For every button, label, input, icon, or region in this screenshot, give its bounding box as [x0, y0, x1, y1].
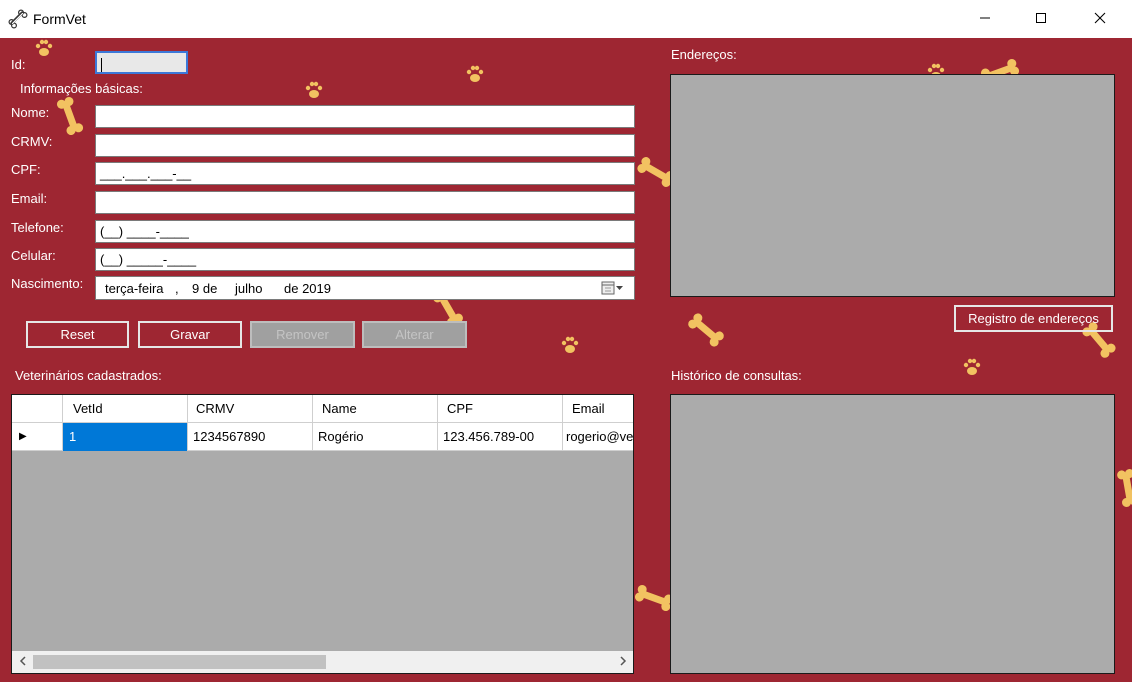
column-header-name[interactable]: Name: [313, 395, 438, 423]
enderecos-panel[interactable]: [670, 74, 1115, 297]
table-row[interactable]: ▶ 1 1234567890 Rogério 123.456.789-00 ro…: [12, 423, 633, 451]
veterinarios-label: Veterinários cadastrados:: [15, 368, 162, 383]
date-day: 9 de: [192, 281, 218, 296]
cell-name[interactable]: Rogério: [313, 423, 438, 451]
reset-button[interactable]: Reset: [26, 321, 129, 348]
historico-label: Histórico de consultas:: [671, 368, 802, 383]
cell-email[interactable]: rogerio@ve: [563, 423, 633, 451]
id-label: Id:: [11, 57, 26, 72]
historico-panel[interactable]: [670, 394, 1115, 674]
telefone-label: Telefone:: [11, 220, 64, 235]
nascimento-date-picker[interactable]: terça-feira , 9 de julho de 2019: [95, 276, 635, 300]
column-header-crmv[interactable]: CRMV: [188, 395, 313, 423]
date-year: de 2019: [284, 281, 331, 296]
date-month: julho: [235, 281, 263, 296]
date-weekday: terça-feira: [105, 281, 164, 296]
close-icon: [1094, 12, 1106, 27]
calendar-icon[interactable]: [601, 281, 625, 298]
column-header-cpf[interactable]: CPF: [438, 395, 563, 423]
cell-vetid[interactable]: 1: [63, 423, 188, 451]
column-header-email[interactable]: Email: [563, 395, 633, 423]
scrollbar-thumb[interactable]: [33, 655, 326, 669]
maximize-button[interactable]: [1018, 0, 1064, 38]
alterar-button[interactable]: Alterar: [362, 321, 467, 348]
chevron-left-icon[interactable]: [18, 654, 28, 671]
cell-cpf[interactable]: 123.456.789-00: [438, 423, 563, 451]
minimize-icon: [979, 12, 991, 27]
horizontal-scrollbar[interactable]: [12, 651, 633, 673]
celular-field[interactable]: (__) _____-____: [95, 248, 635, 271]
gravar-button[interactable]: Gravar: [138, 321, 242, 348]
celular-label: Celular:: [11, 248, 56, 263]
telefone-field[interactable]: (__) ____-____: [95, 220, 635, 243]
title-bar: FormVet: [0, 0, 1132, 38]
registro-enderecos-button[interactable]: Registro de endereços: [954, 305, 1113, 332]
email-label: Email:: [11, 191, 48, 206]
close-button[interactable]: [1077, 0, 1123, 38]
veterinarios-grid[interactable]: VetId CRMV Name CPF Email ▶ 1 1234567890…: [11, 394, 634, 674]
grid-header: VetId CRMV Name CPF Email: [12, 395, 633, 423]
date-separator: ,: [175, 281, 179, 296]
row-pointer-icon: ▶: [12, 423, 63, 451]
row-header-corner: [12, 395, 63, 423]
enderecos-label: Endereços:: [671, 47, 737, 62]
crmv-field[interactable]: [95, 134, 635, 157]
window-title: FormVet: [33, 11, 86, 27]
cpf-field[interactable]: ___.___.___-__: [95, 162, 635, 185]
cell-crmv[interactable]: 1234567890: [188, 423, 313, 451]
cpf-label: CPF:: [11, 162, 41, 177]
basic-info-label: Informações básicas:: [20, 81, 143, 96]
nascimento-label: Nascimento:: [11, 276, 84, 291]
column-header-vetid[interactable]: VetId: [63, 395, 188, 423]
form-client-area: Id: Informações básicas: Nome: CRMV: CPF…: [0, 38, 1132, 682]
chevron-right-icon[interactable]: [618, 654, 628, 671]
email-field[interactable]: [95, 191, 635, 214]
text-caret: [101, 57, 102, 72]
nome-field[interactable]: [95, 105, 635, 128]
nome-label: Nome:: [11, 105, 50, 120]
bone-icon: [8, 9, 28, 29]
remover-button[interactable]: Remover: [250, 321, 355, 348]
id-field[interactable]: [95, 51, 188, 74]
crmv-label: CRMV:: [11, 134, 53, 149]
maximize-icon: [1035, 12, 1047, 27]
minimize-button[interactable]: [962, 0, 1008, 38]
